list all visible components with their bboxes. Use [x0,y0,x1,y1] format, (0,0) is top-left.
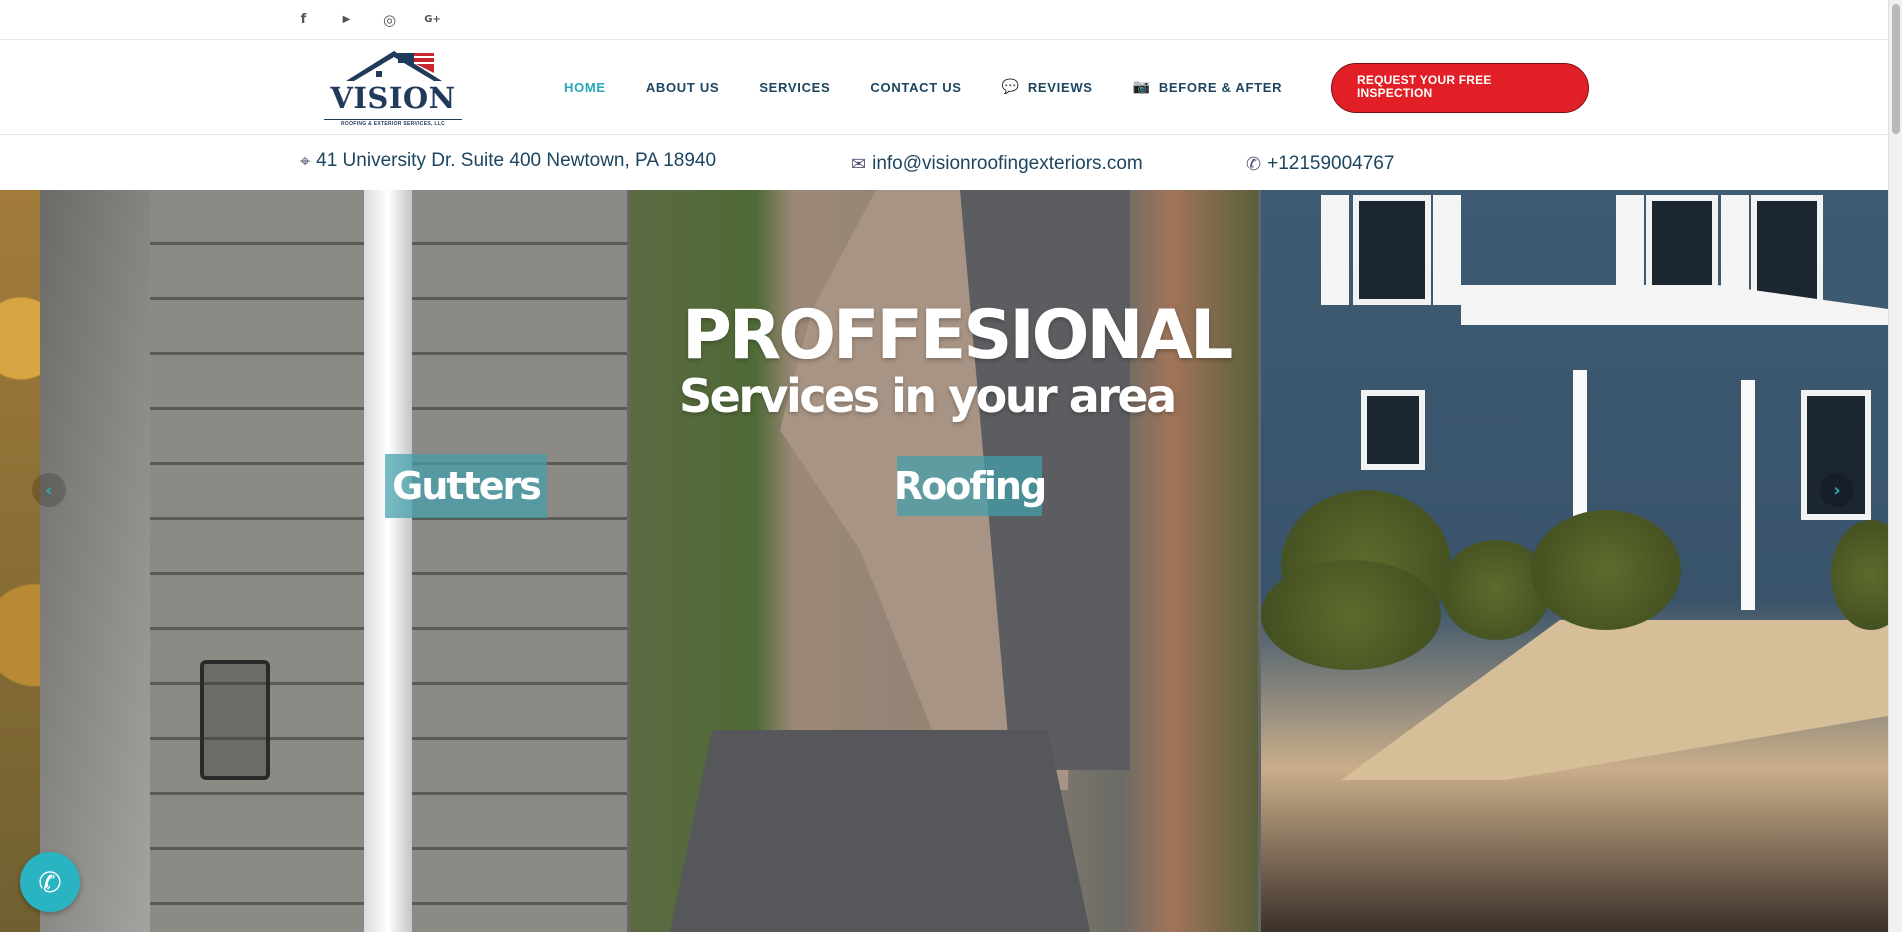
address-text: 41 University Dr. Suite 400 Newtown, PA … [316,150,717,171]
nav-item-home[interactable]: HOME [564,80,606,95]
youtube-icon[interactable]: ▶ [335,8,358,31]
google-plus-icon[interactable]: G+ [421,8,444,31]
social-bar: f ▶ ◎ G+ [0,0,1888,40]
porch-column-decor [1741,380,1755,610]
nav-item-label: HOME [564,79,606,95]
bush-decor [1531,510,1681,630]
nav-item-label: SERVICES [759,79,831,95]
nav-item-contact-us[interactable]: CONTACT US [870,80,961,95]
window-decor [1751,195,1823,305]
page-scrollbar[interactable] [1888,0,1902,932]
bush-decor [1831,520,1888,630]
logo-brand: VISION [330,81,456,115]
eave-decor [40,190,150,932]
page: f ▶ ◎ G+ VISION ROOFING & EXTERIOR SERVI… [0,0,1902,932]
email-text[interactable]: info@visionroofingexteriors.com [872,153,1143,175]
contact-address: ⌖ 41 University Dr. Suite 400 Newtown, P… [300,150,716,172]
contact-email[interactable]: ✉ info@visionroofingexteriors.com [851,153,1143,175]
instagram-icon[interactable]: ◎ [378,8,401,31]
logo-tagline: ROOFING & EXTERIOR SERVICES, LLC [324,119,462,127]
nav-item-reviews[interactable]: 💬 REVIEWS [1002,79,1093,95]
call-now-button[interactable]: ✆ [20,852,80,912]
window-decor [1361,390,1425,470]
siding-house-image [1261,190,1888,932]
roof-lower-decor [670,730,1090,932]
bush-decor [1261,560,1441,670]
nav-item-label: CONTACT US [870,79,962,95]
nav-item-about-us[interactable]: ABOUT US [646,80,720,95]
gutters-label[interactable]: Gutters [385,454,547,518]
roofing-label[interactable]: Roofing [894,456,1047,516]
nav-item-label: ABOUT US [645,79,720,95]
contact-phone[interactable]: ✆ +12159004767 [1246,153,1394,175]
lamp-decor [200,660,270,780]
nav-item-label: REVIEWS [1027,79,1093,95]
shutter-decor [1321,195,1349,305]
contact-bar: ⌖ 41 University Dr. Suite 400 Newtown, P… [0,136,1888,190]
map-pin-icon: ⌖ [300,150,311,172]
downspout-decor [364,190,412,932]
slider-next-button[interactable]: › [1820,473,1854,507]
nav-item-label: BEFORE & AFTER [1158,79,1283,95]
shutter-decor [1433,195,1461,305]
porch-roof-decor [1461,285,1888,325]
facebook-icon[interactable]: f [292,8,315,31]
header: VISION ROOFING & EXTERIOR SERVICES, LLC … [0,41,1888,135]
headline-line-2: Services in your area [679,369,1177,423]
gutters-image [0,190,627,932]
hero-headline: PROFFESIONAL Services in your area [679,296,1233,423]
headline-line-1: PROFFESIONAL [682,296,1233,375]
logo-roof-icon [346,51,442,81]
request-inspection-button[interactable]: REQUEST YOUR FREE INSPECTION [1331,63,1589,113]
phone-icon: ✆ [38,865,62,899]
scrollbar-thumb[interactable] [1892,4,1900,134]
phone-text[interactable]: +12159004767 [1267,153,1394,175]
envelope-icon: ✉ [851,153,867,175]
main-nav: HOME ABOUT US SERVICES CONTACT US 💬 REVI… [564,79,1322,95]
social-icons: f ▶ ◎ G+ [292,8,444,31]
hero-slider: PROFFESIONAL Services in your area Gutte… [0,190,1888,932]
nav-item-before-after[interactable]: 📷 BEFORE & AFTER [1133,79,1283,95]
camera-icon: 📷 [1132,79,1151,95]
logo[interactable]: VISION ROOFING & EXTERIOR SERVICES, LLC [324,47,462,129]
window-decor [1353,195,1431,305]
nav-item-services[interactable]: SERVICES [759,80,830,95]
chat-icon: 💬 [1001,79,1020,95]
slider-prev-button[interactable]: ‹ [32,473,66,507]
phone-icon: ✆ [1246,153,1262,175]
